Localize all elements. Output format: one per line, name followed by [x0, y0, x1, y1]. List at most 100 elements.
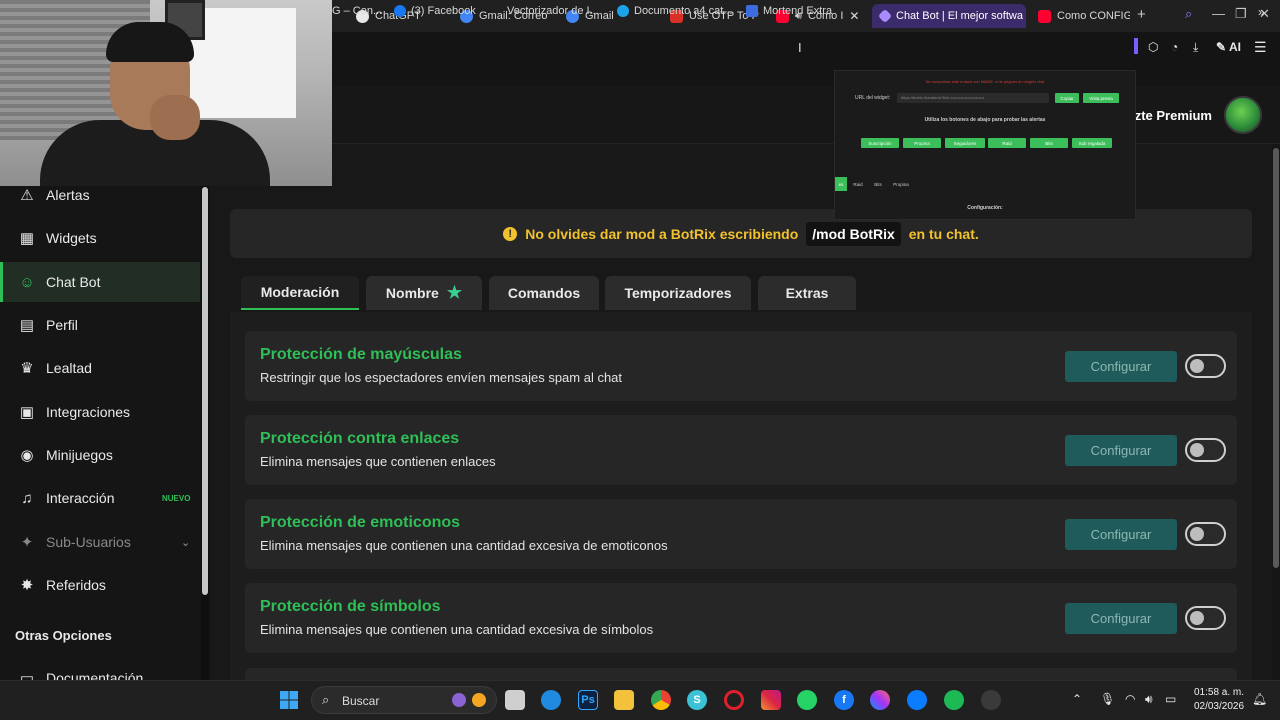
avatar[interactable] — [1224, 96, 1262, 134]
battery-icon[interactable]: ▭ — [1165, 692, 1176, 706]
popup-tab-raid[interactable]: Raid — [849, 177, 867, 191]
bookmark-con[interactable]: G – Con... — [332, 5, 382, 17]
popup-test-follow[interactable]: Seguidores — [945, 138, 985, 148]
edge-icon[interactable] — [541, 690, 561, 710]
card-title: Protección de símbolos — [260, 598, 441, 615]
profile-icon[interactable]: ◔ — [1171, 40, 1178, 54]
toggle-switch[interactable] — [1185, 354, 1226, 378]
sidebar-item-alertas[interactable]: ⚠ Alertas — [0, 186, 200, 215]
configure-button[interactable]: Configurar — [1065, 435, 1177, 466]
chevron-up-icon[interactable]: ⌃ — [1072, 692, 1082, 706]
messenger-2-icon[interactable] — [907, 690, 927, 710]
popup-test-subscription[interactable]: Suscripción — [861, 138, 899, 148]
opera-icon[interactable] — [724, 690, 744, 710]
bookmark-documento[interactable]: Documento a4 cat... — [617, 5, 732, 17]
instagram-icon[interactable] — [761, 690, 781, 710]
warning-icon: ⚠ — [20, 187, 34, 204]
sidebar: ⚠ Alertas ▦ Widgets ☺ Chat Bot ▤ Perfil … — [0, 186, 210, 680]
popup-preview-button[interactable]: Vista previa — [1083, 93, 1119, 103]
configure-button[interactable]: Configurar — [1065, 351, 1177, 382]
messenger-icon[interactable] — [870, 690, 890, 710]
facebook-taskbar-icon[interactable]: f — [834, 690, 854, 710]
menu-icon[interactable]: ☰ — [1254, 39, 1267, 56]
photoshop-icon[interactable]: Ps — [578, 690, 598, 710]
card-next-partial — [245, 668, 1237, 680]
bookmark-facebook[interactable]: (3) Facebook — [394, 5, 476, 17]
canva-icon — [617, 5, 629, 17]
card-enlaces: Protección contra enlaces Elimina mensaj… — [245, 415, 1237, 485]
premium-label: zte Premium — [1134, 108, 1212, 123]
maximize-icon[interactable]: ❐ — [1235, 6, 1247, 22]
user-group-icon: ✸ — [20, 577, 34, 594]
taskbar-search[interactable]: ⌕ Buscar — [311, 686, 497, 714]
volume-icon[interactable]: 🔊︎ — [1145, 692, 1153, 707]
notification-icon[interactable]: 🔔︎ — [1252, 692, 1267, 706]
popup-tab-propina[interactable]: Propina — [889, 177, 913, 191]
configure-button[interactable]: Configurar — [1065, 519, 1177, 550]
popup-test-tip[interactable]: Propina — [903, 138, 941, 148]
sidebar-item-chat-bot[interactable]: ☺ Chat Bot — [0, 262, 200, 302]
sidebar-item-interaccion[interactable]: ♫ Interacción NUEVO — [0, 478, 200, 518]
notice-text: No olvides dar mod a BotRix escribiendo — [525, 225, 799, 242]
toolbar-accent-bar — [1134, 38, 1138, 54]
toggle-switch[interactable] — [1185, 438, 1226, 462]
microphone-icon[interactable]: 🎙︎ — [1100, 692, 1115, 706]
tab-temporizadores[interactable]: Temporizadores — [605, 276, 751, 310]
minimize-icon[interactable]: — — [1212, 6, 1225, 21]
search-tabs-icon[interactable]: ⌕ — [1185, 6, 1192, 22]
popup-config-label: Configuración: — [967, 205, 1003, 211]
taskbar-clock[interactable]: 01:58 a. m. 02/03/2026 — [1193, 686, 1245, 714]
popup-instructions: Utiliza los botones de abajo para probar… — [924, 117, 1046, 123]
tab-extras[interactable]: Extras — [758, 276, 856, 310]
search-highlight-icon — [452, 693, 466, 707]
popup-copy-button[interactable]: Copiar — [1055, 93, 1079, 103]
browser-tab-chat-bot[interactable]: Chat Bot | El mejor softwa — [872, 4, 1026, 28]
extensions-icon[interactable]: ⬡ — [1148, 40, 1158, 54]
sidebar-item-widgets[interactable]: ▦ Widgets — [0, 218, 200, 258]
tab-nombre[interactable]: Nombre ★ — [366, 276, 482, 310]
popup-tab[interactable]: es — [835, 177, 847, 191]
popup-test-bits[interactable]: Bits — [1030, 138, 1068, 148]
spotify-icon[interactable] — [944, 690, 964, 710]
new-tab-icon[interactable]: + — [1137, 6, 1146, 23]
sidebar-item-lealtad[interactable]: ♛ Lealtad — [0, 348, 200, 388]
app-icon[interactable] — [981, 690, 1001, 710]
popup-test-gift-sub[interactable]: Sub regalada — [1072, 138, 1112, 148]
card-description: Elimina mensajes que contienen enlaces — [260, 454, 496, 469]
sidebar-item-sub-usuarios[interactable]: ✦ Sub-Usuarios ⌄ — [0, 522, 200, 562]
task-view-icon[interactable] — [505, 690, 525, 710]
bookmark-vectorizador[interactable]: Vectorizador de I... — [507, 5, 599, 17]
sidebar-item-minijuegos[interactable]: ◉ Minijuegos — [0, 435, 200, 475]
popup-test-raid[interactable]: Raid — [988, 138, 1026, 148]
download-icon[interactable]: ⤓ — [1193, 40, 1198, 55]
file-explorer-icon[interactable] — [614, 690, 634, 710]
sidebar-item-documentacion[interactable]: ▭ Documentación — [0, 658, 200, 680]
bookmark-mortend[interactable]: Mortend Extra — [746, 5, 832, 17]
sidebar-item-integraciones[interactable]: ▣ Integraciones — [0, 392, 200, 432]
wifi-icon[interactable]: ◠ — [1125, 692, 1135, 706]
toggle-switch[interactable] — [1185, 606, 1226, 630]
popup-warning: No compartas este enlace con NADIE, ni t… — [925, 79, 1045, 84]
close-tab-icon[interactable]: ✕ — [849, 9, 859, 23]
popup-url-field[interactable]: https://botrix.live/alerts?bid=•••••••••… — [897, 93, 1049, 103]
sidebar-item-perfil[interactable]: ▤ Perfil — [0, 305, 200, 345]
page-scrollbar-thumb[interactable] — [1273, 148, 1279, 568]
popup-tab-bits[interactable]: Bits — [869, 177, 887, 191]
whatsapp-icon[interactable] — [797, 690, 817, 710]
card-description: Restringir que los espectadores envíen m… — [260, 370, 623, 385]
configure-button[interactable]: Configurar — [1065, 603, 1177, 634]
card-title: Protección de emoticonos — [260, 514, 461, 531]
app-s-icon[interactable]: S — [687, 690, 707, 710]
sidebar-item-referidos[interactable]: ✸ Referidos — [0, 565, 200, 605]
text-cursor-icon: I — [798, 40, 802, 55]
browser-tab-como-config[interactable]: Como CONFIG — [1030, 4, 1130, 28]
ai-button[interactable]: ✎ AI — [1216, 40, 1241, 54]
tab-moderacion[interactable]: Moderación — [241, 276, 359, 310]
sidebar-scrollbar-thumb[interactable] — [202, 187, 208, 595]
chrome-icon[interactable] — [651, 690, 671, 710]
more-bookmarks-icon[interactable]: » — [1258, 5, 1265, 19]
mortend-icon — [746, 5, 758, 17]
tab-comandos[interactable]: Comandos — [489, 276, 599, 310]
toggle-switch[interactable] — [1185, 522, 1226, 546]
windows-start-icon[interactable] — [279, 690, 299, 710]
